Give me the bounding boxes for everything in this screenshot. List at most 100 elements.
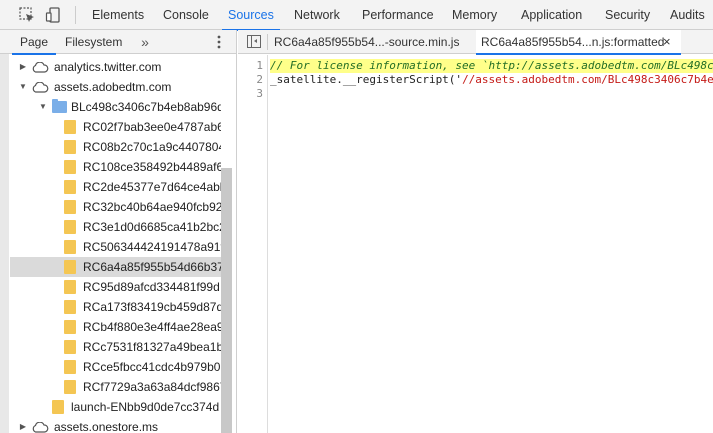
file-navigator: Page Filesystem » ▶ analytics.twitter.co… (0, 30, 237, 433)
close-icon[interactable]: × (663, 30, 671, 54)
more-options-icon[interactable] (215, 34, 223, 50)
tree-item-label: RC506344424191478a91f (83, 240, 221, 254)
tree-item-file[interactable]: RCb4f880e3e4ff4ae28ea9 (10, 317, 221, 337)
tree-item-label: RC02f7bab3ee0e4787ab6 (83, 120, 221, 134)
tab-audits[interactable]: Audits (670, 0, 705, 30)
cloud-icon (32, 62, 49, 73)
file-icon (64, 140, 76, 154)
tree-item-file[interactable]: RC6a4a85f955b54d66b37 (10, 257, 221, 277)
tree-item-file[interactable]: RC108ce358492b4489af6 (10, 157, 221, 177)
line-number: 1 (256, 59, 263, 72)
line-number: 3 (256, 87, 263, 100)
tree-item-file[interactable]: RCa173f83419cb459d87d (10, 297, 221, 317)
file-icon (64, 120, 76, 134)
file-icon (52, 400, 64, 414)
tab-application[interactable]: Application (521, 0, 582, 30)
file-tree: ▶ analytics.twitter.com ▼ assets.adobedt… (10, 57, 221, 433)
file-icon (64, 200, 76, 214)
collapse-arrow-icon[interactable]: ▼ (18, 77, 28, 97)
editor-tab-source[interactable]: RC6a4a85f955b54...-source.min.js (274, 30, 472, 54)
tree-item-label: assets.adobedtm.com (54, 80, 172, 94)
tree-item-file[interactable]: RC2de45377e7d64ce4abb (10, 177, 221, 197)
tree-item-label: BLc498c3406c7b4eb8ab96d (71, 100, 221, 114)
tree-item-label: RC2de45377e7d64ce4abb (83, 180, 221, 194)
toggle-navigator-icon[interactable] (247, 35, 261, 48)
file-icon (64, 340, 76, 354)
file-icon (64, 180, 76, 194)
tab-elements[interactable]: Elements (92, 0, 144, 30)
code-string: //assets.adobedtm.com/BLc498c3406c7b4eb8… (462, 73, 713, 86)
tree-item-file[interactable]: RCf7729a3a63a84dcf9867 (10, 377, 221, 397)
tree-item-label: RC32bc40b64ae940fcb92 (83, 200, 221, 214)
tree-item-label: analytics.twitter.com (54, 60, 162, 74)
cloud-icon (32, 82, 49, 93)
file-icon (64, 260, 76, 274)
cloud-icon (32, 422, 49, 433)
tree-item-label: RC6a4a85f955b54d66b37 (83, 260, 221, 274)
tree-item-label: RCa173f83419cb459d87d (83, 300, 221, 314)
navigator-scrollbar[interactable] (221, 168, 232, 433)
tab-security[interactable]: Security (605, 0, 650, 30)
tab-performance[interactable]: Performance (362, 0, 434, 30)
file-icon (64, 360, 76, 374)
tree-item-file[interactable]: RC32bc40b64ae940fcb92 (10, 197, 221, 217)
line-number: 2 (256, 73, 263, 86)
tree-item-label: RC108ce358492b4489af6 (83, 160, 221, 174)
tab-sources[interactable]: Sources (222, 0, 280, 31)
tab-network[interactable]: Network (294, 0, 340, 30)
toolbar-separator (75, 6, 76, 24)
editor-tab-formatted[interactable]: RC6a4a85f955b54...n.js:formatted × (476, 30, 681, 55)
editor-tab-bar: RC6a4a85f955b54...-source.min.js RC6a4a8… (238, 30, 713, 55)
devtools-toolbar: Elements Console Sources Network Perform… (0, 0, 713, 31)
collapse-arrow-icon[interactable]: ▼ (38, 97, 48, 117)
tab-console[interactable]: Console (163, 0, 209, 30)
tree-item-file[interactable]: RC08b2c70c1a9c4407804 (10, 137, 221, 157)
tree-item-domain[interactable]: ▼ assets.adobedtm.com (10, 77, 221, 97)
tree-item-file[interactable]: RC02f7bab3ee0e4787ab6 (10, 117, 221, 137)
file-icon (64, 160, 76, 174)
folder-icon (52, 99, 67, 113)
tree-item-domain[interactable]: ▶ assets.onestore.ms (10, 417, 221, 433)
file-icon (64, 240, 76, 254)
expand-arrow-icon[interactable]: ▶ (18, 417, 28, 433)
navigator-tabs: Page Filesystem » (0, 30, 236, 55)
editor-tab-separator (267, 34, 268, 50)
code-text: _satellite.__registerScript(' (270, 73, 463, 86)
device-toolbar-icon[interactable] (45, 6, 63, 24)
more-tabs-icon[interactable]: » (138, 32, 152, 52)
file-icon (64, 300, 76, 314)
inspect-element-icon[interactable] (18, 6, 36, 24)
tree-item-label: RC3e1d0d6685ca41b2bc2 (83, 220, 221, 234)
tree-item-file[interactable]: RCc7531f81327a49bea1b (10, 337, 221, 357)
editor-tab-label: RC6a4a85f955b54...n.js:formatted (481, 35, 665, 49)
tree-item-label: RC08b2c70c1a9c4407804 (83, 140, 221, 154)
line-number-gutter: 1 2 3 (238, 55, 268, 433)
file-icon (64, 320, 76, 334)
tab-memory[interactable]: Memory (452, 0, 497, 30)
tree-item-label: RCce5fbcc41cdc4b979b0 (83, 360, 221, 374)
tab-page[interactable]: Page (11, 30, 57, 55)
tree-item-label: RCb4f880e3e4ff4ae28ea9 (83, 320, 221, 334)
tree-item-file[interactable]: RC95d89afcd334481f99d (10, 277, 221, 297)
code-comment-url: http://assets.adobedtm.com/BLc498c3406c7… (488, 59, 713, 72)
tree-item-file[interactable]: RC3e1d0d6685ca41b2bc2 (10, 217, 221, 237)
tree-item-file[interactable]: launch-ENbb9d0de7cc374d (10, 397, 221, 417)
tree-item-file[interactable]: RCce5fbcc41cdc4b979b0 (10, 357, 221, 377)
tree-item-label: RC95d89afcd334481f99d (83, 280, 220, 294)
tab-filesystem[interactable]: Filesystem (65, 30, 122, 54)
tree-item-label: launch-ENbb9d0de7cc374d (71, 400, 220, 414)
file-icon (64, 280, 76, 294)
expand-arrow-icon[interactable]: ▶ (18, 57, 28, 77)
tree-item-folder[interactable]: ▼ BLc498c3406c7b4eb8ab96d (10, 97, 221, 117)
tree-item-domain[interactable]: ▶ analytics.twitter.com (10, 57, 221, 77)
tree-item-label: assets.onestore.ms (54, 420, 159, 433)
navigator-edge (0, 54, 9, 433)
code-editor[interactable]: 1 2 3 // For license information, see `h… (238, 55, 713, 433)
file-icon (64, 220, 76, 234)
tree-item-label: RCf7729a3a63a84dcf9867 (83, 380, 221, 394)
file-icon (64, 380, 76, 394)
code-line: _satellite.__registerScript('//assets.ad… (270, 73, 713, 87)
tree-item-file[interactable]: RC506344424191478a91f (10, 237, 221, 257)
tree-item-label: RCc7531f81327a49bea1b (83, 340, 221, 354)
code-comment: // For license information, see ` (270, 59, 489, 72)
